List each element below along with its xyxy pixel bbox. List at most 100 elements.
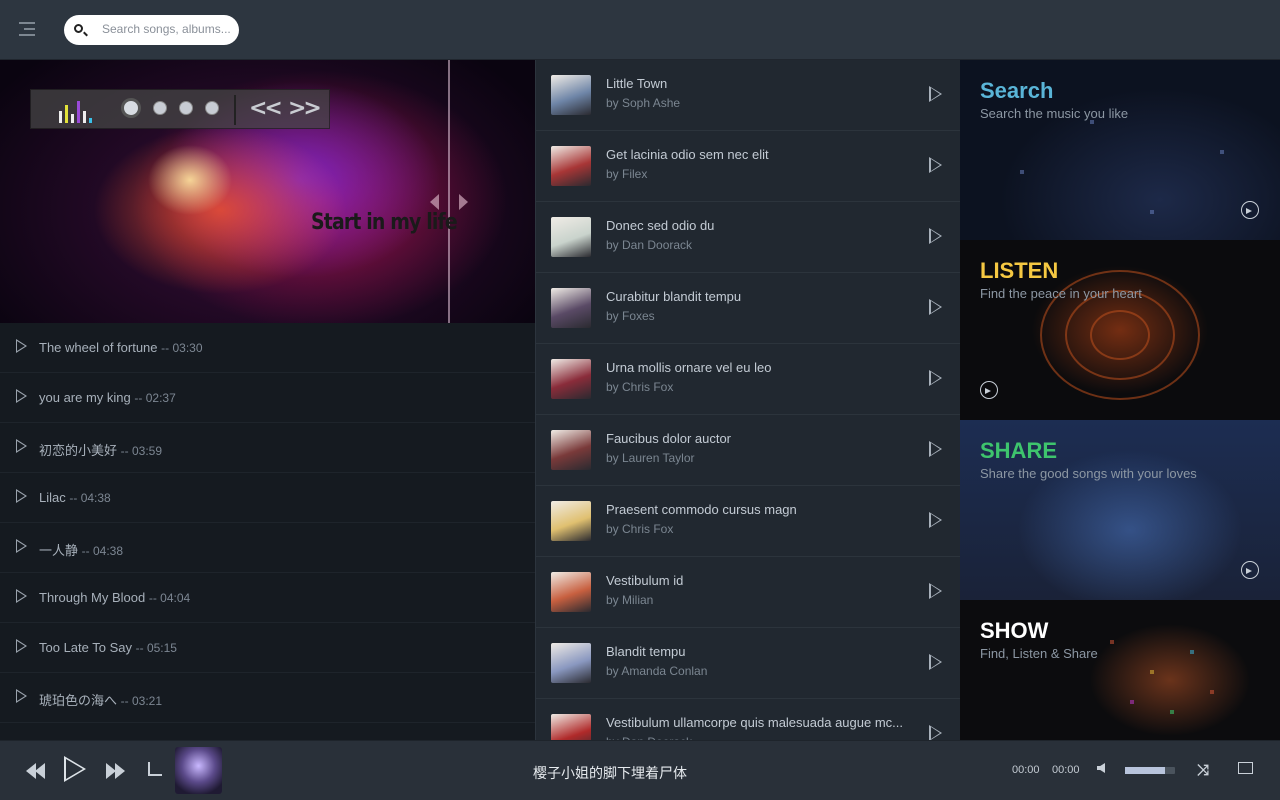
track-item[interactable]: Blandit tempu by Amanda Conlan <box>536 628 960 699</box>
playlist-item-label: Too Late To Say -- 05:15 <box>39 640 177 655</box>
feature-show-subtitle: Find, Listen & Share <box>980 646 1098 661</box>
playlist-item[interactable]: you are my king -- 02:37 <box>0 373 535 423</box>
queue-icon[interactable] <box>1238 762 1253 774</box>
track-title: Little Town <box>606 76 668 91</box>
track-artist: by Filex <box>606 167 648 181</box>
feature-search[interactable]: Search Search the music you like <box>960 60 1280 240</box>
playlist: The wheel of fortune -- 03:30 you are my … <box>0 323 535 740</box>
shuffle-icon[interactable]: ⤨ <box>1197 763 1213 778</box>
hero-prev-arrow-icon[interactable] <box>430 194 439 210</box>
track-artist: by Soph Ashe <box>606 96 681 110</box>
total-time: 00:00 <box>1052 764 1080 776</box>
track-artist: by Amanda Conlan <box>606 664 708 678</box>
play-icon[interactable] <box>929 157 942 173</box>
playlist-music-icon[interactable] <box>148 762 162 776</box>
track-thumbnail <box>551 217 591 257</box>
track-thumbnail <box>551 359 591 399</box>
track-thumbnail <box>551 501 591 541</box>
volume-slider[interactable] <box>1125 767 1175 774</box>
slide-dot-1[interactable] <box>121 98 141 118</box>
play-icon[interactable] <box>929 86 942 102</box>
track-title: Urna mollis ornare vel eu leo <box>606 360 772 375</box>
search-go-icon[interactable] <box>1241 201 1259 219</box>
track-thumbnail <box>551 714 591 740</box>
track-title: Praesent commodo cursus magn <box>606 502 797 517</box>
playlist-item[interactable]: Through My Blood -- 04:04 <box>0 573 535 623</box>
playlist-item[interactable]: 一人静 -- 04:38 <box>0 523 535 573</box>
slider-next-icon[interactable]: >> <box>288 96 322 121</box>
player-bar: 樱子小姐的脚下埋着尸体 00:00 00:00 ⤨ <box>0 740 1280 800</box>
play-icon[interactable] <box>64 756 86 782</box>
listen-go-icon[interactable] <box>980 381 998 399</box>
track-item[interactable]: Vestibulum id by Milian <box>536 557 960 628</box>
playlist-item-label: 初恋的小美好 -- 03:59 <box>39 443 162 458</box>
playlist-item-label: Through My Blood -- 04:04 <box>39 590 191 605</box>
play-icon[interactable] <box>16 689 27 703</box>
play-icon[interactable] <box>929 512 942 528</box>
track-thumbnail <box>551 146 591 186</box>
playlist-item[interactable]: 琥珀色の海へ -- 03:21 <box>0 673 535 723</box>
play-icon[interactable] <box>929 583 942 599</box>
track-item[interactable]: Curabitur blandit tempu by Foxes <box>536 273 960 344</box>
play-icon[interactable] <box>16 389 27 403</box>
playlist-item[interactable]: 初恋的小美好 -- 03:59 <box>0 423 535 473</box>
play-icon[interactable] <box>16 489 27 503</box>
track-item[interactable]: Faucibus dolor auctor by Lauren Taylor <box>536 415 960 486</box>
playlist-item[interactable]: Too Late To Say -- 05:15 <box>0 623 535 673</box>
track-title: Faucibus dolor auctor <box>606 431 732 446</box>
widget-divider <box>234 95 236 125</box>
play-icon[interactable] <box>929 370 942 386</box>
play-icon[interactable] <box>929 725 942 740</box>
feature-show-title: SHOW <box>980 618 1049 643</box>
hero-next-arrow-icon[interactable] <box>459 194 468 210</box>
feature-share[interactable]: SHARE Share the good songs with your lov… <box>960 420 1280 600</box>
slider-prev-icon[interactable]: << <box>249 96 283 121</box>
play-icon[interactable] <box>929 228 942 244</box>
now-playing-title: 樱子小姐的脚下埋着尸体 <box>533 765 687 781</box>
track-item[interactable]: Praesent commodo cursus magn by Chris Fox <box>536 486 960 557</box>
track-item[interactable]: Little Town by Soph Ashe <box>536 60 960 131</box>
track-title: Donec sed odio du <box>606 218 715 233</box>
slide-dot-4[interactable] <box>205 101 219 115</box>
menu-toggle-icon[interactable] <box>19 22 35 36</box>
track-item[interactable]: Urna mollis ornare vel eu leo by Chris Fo… <box>536 344 960 415</box>
play-icon[interactable] <box>929 654 942 670</box>
playlist-item-label: 琥珀色の海へ -- 03:21 <box>39 693 162 708</box>
track-title: Vestibulum ullamcorpe quis malesuada aug… <box>606 715 903 730</box>
feature-share-title: SHARE <box>980 438 1058 463</box>
feature-show[interactable]: SHOW Find, Listen & Share <box>960 600 1280 740</box>
play-icon[interactable] <box>16 589 27 603</box>
slide-dot-3[interactable] <box>179 101 193 115</box>
search-input[interactable] <box>102 22 232 36</box>
track-artist: by Chris Fox <box>606 522 674 536</box>
equalizer-icon <box>59 99 95 123</box>
current-time: 00:00 <box>1012 764 1040 776</box>
slide-dot-2[interactable] <box>153 101 167 115</box>
track-item[interactable]: Vestibulum ullamcorpe quis malesuada aug… <box>536 699 960 740</box>
play-icon[interactable] <box>16 639 27 653</box>
share-go-icon[interactable] <box>1241 561 1259 579</box>
track-title: Vestibulum id <box>606 573 684 588</box>
search-box[interactable] <box>64 15 239 45</box>
feature-listen[interactable]: LISTEN Find the peace in your heart <box>960 240 1280 420</box>
track-item[interactable]: Get lacinia odio sem nec elit by Filex <box>536 131 960 202</box>
play-icon[interactable] <box>929 441 942 457</box>
feature-listen-title: LISTEN <box>980 258 1059 283</box>
track-artist: by Chris Fox <box>606 380 674 394</box>
playlist-item[interactable]: The wheel of fortune -- 03:30 <box>0 323 535 373</box>
previous-track-icon[interactable] <box>26 763 46 779</box>
slide-divider <box>448 60 450 323</box>
playlist-item[interactable]: Lilac -- 04:38 <box>0 473 535 523</box>
play-icon[interactable] <box>16 339 27 353</box>
playlist-item-label: Lilac -- 04:38 <box>39 490 111 505</box>
track-title: Get lacinia odio sem nec elit <box>606 147 769 162</box>
volume-icon[interactable] <box>1097 763 1105 773</box>
next-track-icon[interactable] <box>106 763 126 779</box>
now-playing-cover[interactable] <box>175 747 222 794</box>
slide-indicators <box>121 98 219 118</box>
play-icon[interactable] <box>16 439 27 453</box>
play-icon[interactable] <box>16 539 27 553</box>
play-icon[interactable] <box>929 299 942 315</box>
track-item[interactable]: Donec sed odio du by Dan Doorack <box>536 202 960 273</box>
track-artist: by Dan Doorack <box>606 238 693 252</box>
